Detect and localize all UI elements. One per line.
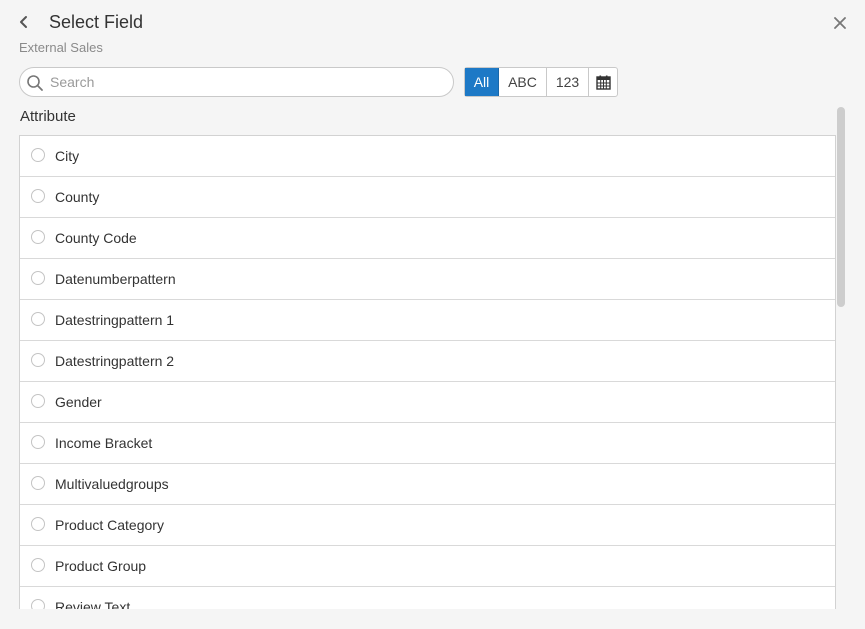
field-row[interactable]: Income Bracket	[20, 423, 835, 464]
radio-button[interactable]	[31, 435, 45, 449]
search-icon	[27, 75, 43, 91]
scrollbar-thumb[interactable]	[837, 107, 845, 307]
field-row[interactable]: Gender	[20, 382, 835, 423]
field-row[interactable]: City	[20, 136, 835, 177]
field-row[interactable]: Datenumberpattern	[20, 259, 835, 300]
field-label: Gender	[55, 394, 102, 410]
radio-button[interactable]	[31, 189, 45, 203]
radio-button[interactable]	[31, 148, 45, 162]
dataset-name: External Sales	[19, 40, 103, 55]
search-box	[19, 67, 454, 97]
field-label: Income Bracket	[55, 435, 153, 451]
field-label: Review Text	[55, 599, 131, 609]
close-icon	[834, 17, 846, 29]
field-type-filter: All ABC 123	[464, 67, 618, 97]
radio-button[interactable]	[31, 312, 45, 326]
dialog-title: Select Field	[49, 12, 144, 32]
field-list: City County County Code Datenumberpattern Da…	[19, 135, 836, 609]
back-button[interactable]	[14, 11, 34, 33]
filter-number-button[interactable]: 123	[547, 68, 589, 96]
field-row[interactable]: Datestringpattern 1	[20, 300, 835, 341]
field-label: Datestringpattern 2	[55, 353, 175, 369]
radio-button[interactable]	[31, 353, 45, 367]
dialog-footer	[0, 609, 865, 629]
radio-button[interactable]	[31, 558, 45, 572]
field-row[interactable]: Product Category	[20, 505, 835, 546]
field-label: City	[55, 148, 80, 164]
field-label: Product Category	[55, 517, 164, 533]
filter-date-button[interactable]	[589, 68, 617, 96]
field-row[interactable]: Product Group	[20, 546, 835, 587]
radio-button[interactable]	[31, 517, 45, 531]
close-button[interactable]	[829, 12, 851, 34]
field-row[interactable]: County Code	[20, 218, 835, 259]
field-label: County	[55, 189, 100, 205]
search-input[interactable]	[50, 68, 445, 96]
field-row[interactable]: Multivaluedgroups	[20, 464, 835, 505]
dialog-header: Select Field	[0, 0, 865, 40]
radio-button[interactable]	[31, 230, 45, 244]
chevron-left-icon	[20, 16, 27, 28]
field-row[interactable]: County	[20, 177, 835, 218]
field-label: Datenumberpattern	[55, 271, 176, 287]
field-label: Datestringpattern 1	[55, 312, 175, 328]
calendar-icon	[595, 75, 611, 90]
filter-text-button[interactable]: ABC	[499, 68, 547, 96]
radio-button[interactable]	[31, 394, 45, 408]
radio-button[interactable]	[31, 271, 45, 285]
radio-button[interactable]	[31, 599, 45, 609]
filter-all-button[interactable]: All	[465, 68, 499, 96]
radio-button[interactable]	[31, 476, 45, 490]
field-label: Product Group	[55, 558, 147, 574]
field-row[interactable]: Datestringpattern 2	[20, 341, 835, 382]
field-label: County Code	[55, 230, 137, 246]
field-label: Multivaluedgroups	[55, 476, 169, 492]
section-heading-attribute: Attribute	[20, 108, 76, 125]
field-row[interactable]: Review Text	[20, 587, 835, 609]
